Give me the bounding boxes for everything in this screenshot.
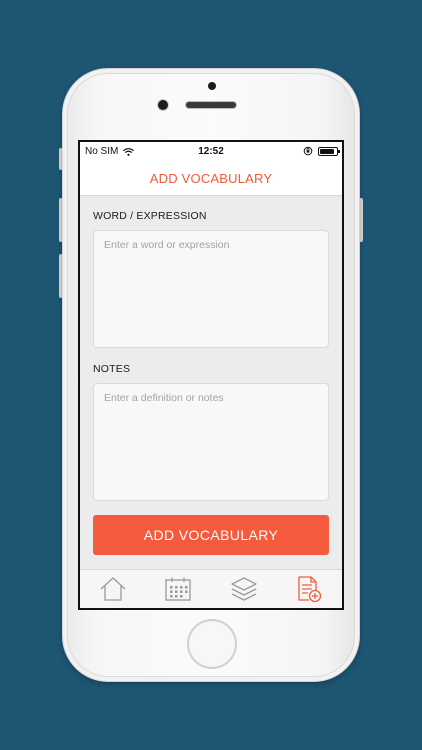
- word-expression-label: WORD / EXPRESSION: [93, 210, 207, 222]
- status-bar: No SIM 12:52: [80, 142, 342, 162]
- earpiece-speaker: [186, 102, 236, 108]
- navigation-bar: ADD VOCABULARY: [80, 162, 342, 196]
- notes-label: NOTES: [93, 363, 131, 375]
- orientation-lock-icon: [303, 146, 313, 156]
- add-vocabulary-button[interactable]: ADD VOCABULARY: [93, 515, 329, 555]
- calendar-icon: [165, 577, 191, 601]
- tab-decks[interactable]: [224, 572, 264, 606]
- home-button: [187, 619, 237, 669]
- add-note-icon: [298, 576, 322, 603]
- battery-icon: [318, 146, 340, 156]
- tab-calendar[interactable]: [158, 572, 198, 606]
- home-icon: [100, 577, 126, 601]
- layers-icon: [231, 577, 257, 601]
- word-expression-input[interactable]: [93, 230, 329, 348]
- page-title: ADD VOCABULARY: [149, 171, 273, 186]
- tab-bar: [80, 569, 342, 608]
- front-camera: [158, 100, 168, 110]
- proximity-sensor: [208, 82, 216, 90]
- tab-home[interactable]: [93, 572, 133, 606]
- battery-level: [320, 148, 335, 154]
- notes-input[interactable]: [93, 383, 329, 501]
- app-screen: No SIM 12:52 ADD VOCABULARY WORD / EXPRE…: [78, 140, 344, 610]
- tab-add-vocabulary[interactable]: [289, 572, 329, 606]
